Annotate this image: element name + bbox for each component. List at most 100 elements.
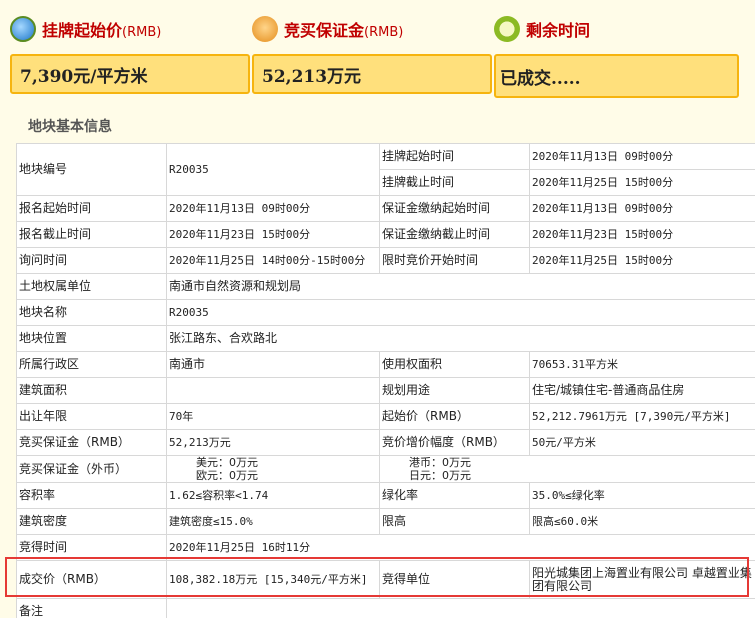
height-label: 限高 (379, 508, 530, 535)
reg-start-value: 2020年11月13日 09时00分 (166, 195, 380, 222)
density-value: 建筑密度≤15.0% (166, 508, 380, 535)
listing-end-value: 2020年11月25日 15时00分 (529, 169, 755, 196)
deposit-start-label: 保证金缴纳起始时间 (379, 195, 530, 222)
jpy-value: 0万元 (442, 469, 471, 482)
build-area-value (166, 377, 380, 404)
deposit-start-value: 2020年11月13日 09时00分 (529, 195, 755, 222)
reg-end-value: 2020年11月23日 15时00分 (166, 221, 380, 248)
hkd-value: 0万元 (442, 456, 471, 469)
deposit-value: 52,213万元 (252, 54, 492, 94)
eur-value: 0万元 (229, 469, 258, 482)
build-area-label: 建筑面积 (16, 377, 167, 404)
timed-bid-start-label: 限时竞价开始时间 (379, 247, 530, 274)
start-price-summary: 挂牌起始价(RMB) 7,390元/平方米 (10, 10, 250, 94)
use-area-label: 使用权面积 (379, 351, 530, 378)
table-row: 出让年限 70年 起始价（RMB） 52,212.7961万元 [7,390元/… (16, 403, 755, 430)
reg-start-label: 报名起始时间 (16, 195, 167, 222)
location-label: 地块位置 (16, 325, 167, 352)
timed-bid-start-value: 2020年11月25日 15时00分 (529, 247, 755, 274)
foreign-deposit-label: 竞买保证金（外币） (16, 455, 167, 483)
summary-panel: 挂牌起始价(RMB) 7,390元/平方米 竞买保证金(RMB) 52,213万… (0, 0, 755, 108)
win-time-value: 2020年11月25日 16时11分 (166, 534, 755, 561)
deal-price-value: 108,382.18万元 [15,340元/平方米] (166, 560, 380, 599)
parcel-no-label: 地块编号 (16, 143, 167, 196)
green-label: 绿化率 (379, 482, 530, 509)
remarks-value (166, 598, 755, 618)
deposit-unit: (RMB) (364, 25, 404, 40)
use-area-value: 70653.31平方米 (529, 351, 755, 378)
listing-end-label: 挂牌截止时间 (379, 169, 530, 196)
table-row: 成交价（RMB） 108,382.18万元 [15,340元/平方米] 竞得单位… (16, 560, 755, 599)
district-label: 所属行政区 (16, 351, 167, 378)
table-row: 竞得时间 2020年11月25日 16时11分 (16, 534, 755, 561)
district-value: 南通市 (166, 351, 380, 378)
eur-label: 欧元： (196, 469, 229, 482)
deposit-end-value: 2020年11月23日 15时00分 (529, 221, 755, 248)
location-value: 张江路东、合欢路北 (166, 325, 755, 352)
table-row: 容积率 1.62≤容积率<1.74 绿化率 35.0%≤绿化率 (16, 482, 755, 509)
land-auction-page: 挂牌起始价(RMB) 7,390元/平方米 竞买保证金(RMB) 52,213万… (0, 0, 755, 618)
start-price-value-cell: 52,212.7961万元 [7,390元/平方米] (529, 403, 755, 430)
term-value: 70年 (166, 403, 380, 430)
parcel-name-label: 地块名称 (16, 299, 167, 326)
inquiry-time-value: 2020年11月25日 14时00分-15时00分 (166, 247, 380, 274)
clock-icon (494, 16, 520, 42)
planned-use-label: 规划用途 (379, 377, 530, 404)
far-value: 1.62≤容积率<1.74 (166, 482, 380, 509)
deposit-summary: 竞买保证金(RMB) 52,213万元 (252, 10, 492, 94)
table-row: 询问时间 2020年11月25日 14时00分-15时00分 限时竞价开始时间 … (16, 247, 755, 274)
height-value: 限高≤60.0米 (529, 508, 755, 535)
parcel-name-value: R20035 (166, 299, 755, 326)
bid-deposit-label: 竞买保证金（RMB） (16, 429, 167, 456)
green-value: 35.0%≤绿化率 (529, 482, 755, 509)
hkd-label: 港币： (409, 456, 442, 469)
owner-label: 土地权属单位 (16, 273, 167, 300)
jpy-label: 日元： (409, 469, 442, 482)
table-row: 备注 (16, 598, 755, 618)
usd-label: 美元： (196, 456, 229, 469)
increment-value: 50元/平方米 (529, 429, 755, 456)
table-row: 报名截止时间 2020年11月23日 15时00分 保证金缴纳截止时间 2020… (16, 221, 755, 248)
term-label: 出让年限 (16, 403, 167, 430)
table-row: 竞买保证金（外币） 美元： 0万元 欧元： 0万元 港币： 0万元 日元： 0万… (16, 455, 755, 483)
start-price-label: 起始价（RMB） (379, 403, 530, 430)
density-label: 建筑密度 (16, 508, 167, 535)
parcel-info-table: 地块编号 R20035 挂牌起始时间 2020年11月13日 09时00分 挂牌… (16, 143, 755, 618)
owner-value: 南通市自然资源和规划局 (166, 273, 755, 300)
winner-value: 阳光城集团上海置业有限公司 卓越置业集团有限公司 (529, 560, 755, 599)
reg-end-label: 报名截止时间 (16, 221, 167, 248)
remaining-time-title: 剩余时间 (526, 21, 591, 40)
listing-start-label: 挂牌起始时间 (379, 143, 530, 170)
far-label: 容积率 (16, 482, 167, 509)
table-row: 地块名称 R20035 (16, 299, 755, 326)
table-row: 地块编号 R20035 挂牌起始时间 2020年11月13日 09时00分 (16, 143, 755, 196)
deal-price-label: 成交价（RMB） (16, 560, 167, 599)
bid-deposit-value: 52,213万元 (166, 429, 380, 456)
remaining-time-value: 已成交..... (494, 54, 739, 98)
table-row: 地块位置 张江路东、合欢路北 (16, 325, 755, 352)
table-row: 所属行政区 南通市 使用权面积 70653.31平方米 (16, 351, 755, 378)
win-time-label: 竞得时间 (16, 534, 167, 561)
section-title: 地块基本信息 (28, 119, 112, 135)
table-row: 建筑面积 规划用途 住宅/城镇住宅-普通商品住房 (16, 377, 755, 404)
deposit-end-label: 保证金缴纳截止时间 (379, 221, 530, 248)
listing-start-value: 2020年11月13日 09时00分 (529, 143, 755, 170)
winner-label: 竞得单位 (379, 560, 530, 599)
foreign-deposit-hkd-jpy: 港币： 0万元 日元： 0万元 (379, 455, 755, 483)
usd-value: 0万元 (229, 456, 258, 469)
table-row: 建筑密度 建筑密度≤15.0% 限高 限高≤60.0米 (16, 508, 755, 535)
foreign-deposit-usd-eur: 美元： 0万元 欧元： 0万元 (166, 455, 380, 483)
inquiry-time-label: 询问时间 (16, 247, 167, 274)
start-price-title: 挂牌起始价 (42, 21, 123, 40)
table-row: 报名起始时间 2020年11月13日 09时00分 保证金缴纳起始时间 2020… (16, 195, 755, 222)
refresh-icon (10, 16, 36, 42)
start-price-unit: (RMB) (122, 25, 162, 40)
parcel-no-value: R20035 (166, 143, 380, 196)
coins-icon (252, 16, 278, 42)
planned-use-value: 住宅/城镇住宅-普通商品住房 (529, 377, 755, 404)
remaining-time-summary: 剩余时间 已成交..... (494, 10, 739, 98)
table-row: 土地权属单位 南通市自然资源和规划局 (16, 273, 755, 300)
start-price-value: 7,390元/平方米 (10, 54, 250, 94)
remarks-label: 备注 (16, 598, 167, 618)
table-row: 竞买保证金（RMB） 52,213万元 竞价增价幅度（RMB） 50元/平方米 (16, 429, 755, 456)
